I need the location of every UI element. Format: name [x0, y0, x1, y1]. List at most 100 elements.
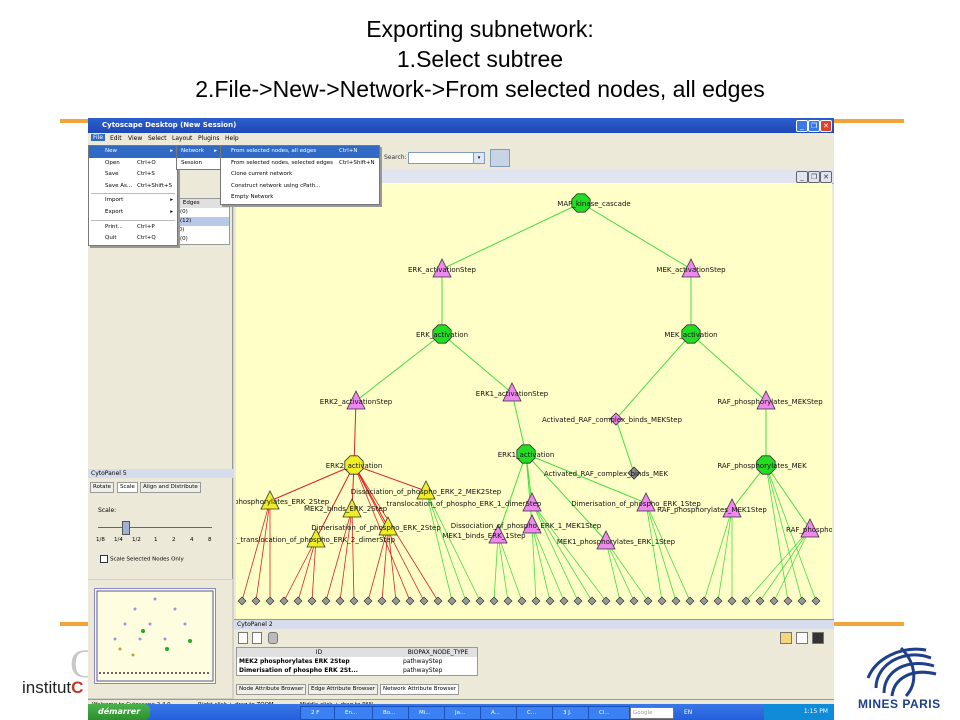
taskbar-item[interactable]: 2 F: [300, 706, 338, 720]
leaf-node[interactable]: [517, 596, 527, 606]
network-edge[interactable]: [605, 540, 621, 602]
network-edge[interactable]: [645, 502, 677, 602]
leaf-node[interactable]: [713, 596, 723, 606]
leaf-node[interactable]: [727, 596, 737, 606]
leaf-node[interactable]: [699, 596, 709, 606]
language-indicator[interactable]: EN: [684, 709, 692, 716]
network-edge[interactable]: [493, 534, 499, 602]
network-edge[interactable]: [531, 502, 579, 602]
leaf-node[interactable]: [657, 596, 667, 606]
network-edge[interactable]: [525, 453, 533, 526]
leaf-node[interactable]: [391, 596, 401, 606]
taskbar-item[interactable]: En...: [334, 706, 376, 720]
menu-item-from-selected-nodes-all-edges[interactable]: From selected nodes, all edges Ctrl+N: [221, 146, 379, 158]
network-edge[interactable]: [441, 202, 582, 270]
leaf-node[interactable]: [251, 596, 261, 606]
leaf-node[interactable]: [335, 596, 345, 606]
menu-item-open[interactable]: Open Ctrl+O: [89, 158, 177, 170]
leaf-node[interactable]: [419, 596, 429, 606]
scale-slider-track[interactable]: [98, 527, 212, 528]
search-input[interactable]: [408, 152, 476, 164]
menu-item-import[interactable]: Import ▸: [89, 195, 177, 207]
scale-selected-nodes-checkbox[interactable]: Scale Selected Nodes Only: [100, 555, 184, 563]
document-icon[interactable]: [252, 632, 262, 644]
view-close-button[interactable]: ✕: [820, 171, 832, 183]
network-edge[interactable]: [605, 540, 649, 602]
menu-layout[interactable]: Layout: [172, 135, 192, 142]
leaf-node[interactable]: [503, 596, 513, 606]
tab-network-attribute-browser[interactable]: Network Attribute Browser: [380, 684, 460, 695]
network-edge[interactable]: [297, 538, 317, 602]
leaf-node[interactable]: [363, 596, 373, 606]
leaf-node[interactable]: [265, 596, 275, 606]
menu-help[interactable]: Help: [225, 135, 239, 142]
tab-node-attribute-browser[interactable]: Node Attribute Browser: [236, 684, 307, 695]
leaf-node[interactable]: [237, 596, 247, 606]
network-edge[interactable]: [269, 464, 355, 502]
filter-icon[interactable]: [490, 149, 510, 167]
leaf-node[interactable]: [447, 596, 457, 606]
leaf-node[interactable]: [601, 596, 611, 606]
network-edge[interactable]: [615, 333, 692, 420]
menu-file[interactable]: File: [91, 134, 106, 141]
network-edge[interactable]: [283, 538, 317, 602]
leaf-node[interactable]: [377, 596, 387, 606]
network-row[interactable]: 41(12): [169, 217, 229, 226]
menu-item-empty-network[interactable]: Empty Network: [221, 192, 379, 204]
scale-slider-thumb[interactable]: [122, 521, 130, 535]
leaf-node[interactable]: [349, 596, 359, 606]
leaf-node[interactable]: [755, 596, 765, 606]
leaf-node[interactable]: [629, 596, 639, 606]
view-minimize-button[interactable]: _: [796, 171, 808, 183]
leaf-node[interactable]: [531, 596, 541, 606]
leaf-node[interactable]: [769, 596, 779, 606]
network-edge[interactable]: [690, 333, 767, 402]
maximize-button[interactable]: ❐: [808, 120, 820, 132]
leaf-node[interactable]: [293, 596, 303, 606]
menu-item-network[interactable]: Network ▸: [177, 146, 221, 158]
leaf-node[interactable]: [545, 596, 555, 606]
leaf-node[interactable]: [685, 596, 695, 606]
network-row[interactable]: 35(0): [169, 235, 229, 244]
network-edge[interactable]: [615, 418, 635, 474]
network-edge[interactable]: [241, 500, 271, 602]
leaf-node[interactable]: [489, 596, 499, 606]
network-edge[interactable]: [580, 202, 692, 270]
network-edge[interactable]: [525, 453, 647, 504]
leaf-node[interactable]: [783, 596, 793, 606]
network-edge[interactable]: [773, 528, 811, 602]
leaf-node[interactable]: [573, 596, 583, 606]
network-edge[interactable]: [441, 333, 513, 394]
network-edge[interactable]: [311, 538, 317, 602]
leaf-node[interactable]: [811, 596, 821, 606]
leaf-node[interactable]: [321, 596, 331, 606]
leaf-node[interactable]: [307, 596, 317, 606]
network-edge[interactable]: [703, 508, 733, 602]
tab-rotate[interactable]: Rotate: [90, 482, 115, 493]
network-edge[interactable]: [351, 508, 355, 602]
tab-align-distribute[interactable]: Align and Distribute: [140, 482, 201, 493]
menu-item-save-as[interactable]: Save As... Ctrl+Shift+S: [89, 181, 177, 193]
view-maximize-button[interactable]: ❐: [808, 171, 820, 183]
menu-item-quit[interactable]: Quit Ctrl+Q: [89, 233, 177, 245]
minimize-button[interactable]: _: [796, 120, 808, 132]
menu-item-export[interactable]: Export ▸: [89, 207, 177, 219]
network-edge[interactable]: [605, 540, 635, 602]
menu-item-new[interactable]: New ▸: [89, 146, 177, 158]
overview-canvas[interactable]: [94, 588, 216, 684]
network-row[interactable]: 0(0): [169, 226, 229, 235]
leaf-node[interactable]: [643, 596, 653, 606]
network-edge[interactable]: [255, 500, 271, 602]
network-row[interactable]: 45(0): [169, 208, 229, 217]
start-button[interactable]: démarrer: [88, 704, 150, 720]
menu-item-clone-current-network[interactable]: Clone current network: [221, 169, 379, 181]
leaf-node[interactable]: [615, 596, 625, 606]
search-dropdown-button[interactable]: ▾: [473, 152, 485, 164]
leaf-node[interactable]: [671, 596, 681, 606]
network-edge[interactable]: [497, 534, 509, 602]
leaf-node[interactable]: [797, 596, 807, 606]
leaf-node[interactable]: [405, 596, 415, 606]
menu-item-from-selected-nodes-selected-edges[interactable]: From selected nodes, selected edges Ctrl+…: [221, 158, 379, 170]
menu-plugins[interactable]: Plugins: [198, 135, 220, 142]
network-edge[interactable]: [531, 524, 537, 602]
